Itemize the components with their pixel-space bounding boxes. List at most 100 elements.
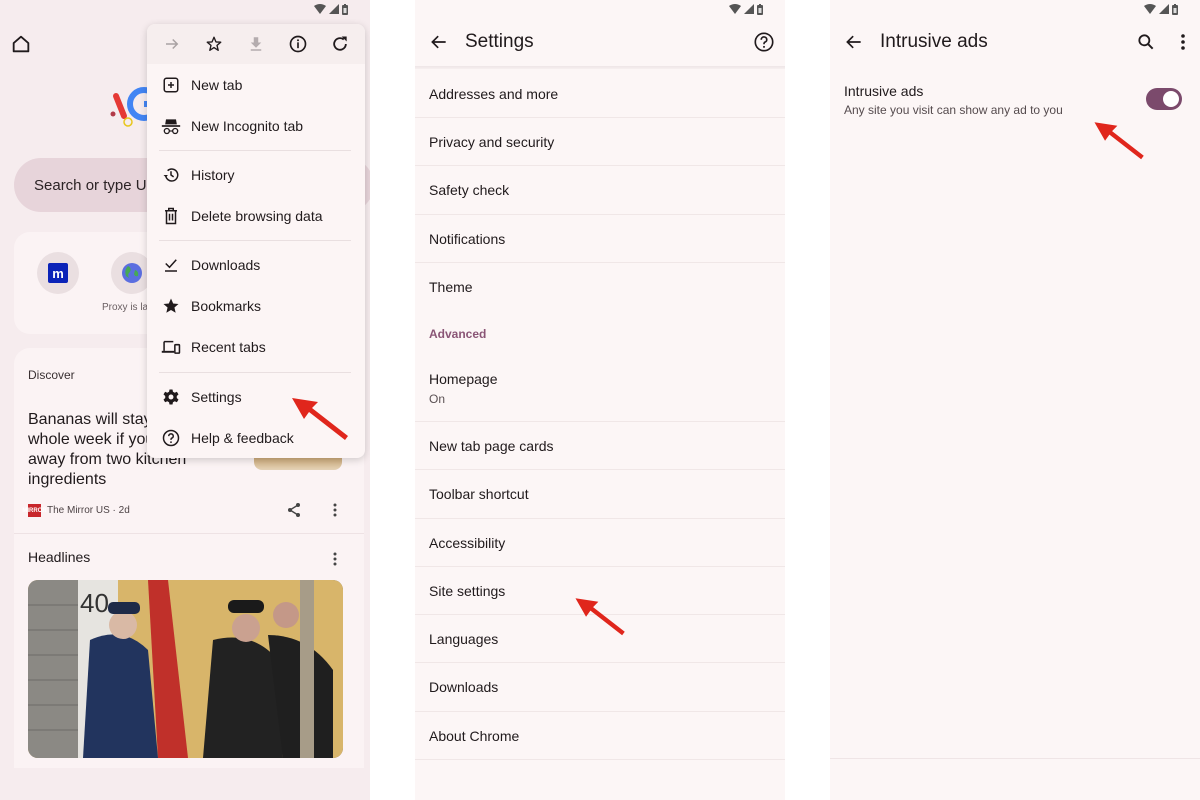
settings-item-accessibility[interactable]: Accessibility <box>415 519 785 567</box>
more-vert-icon <box>333 552 337 566</box>
menu-item-label: History <box>191 167 235 183</box>
settings-item-theme[interactable]: Theme <box>415 263 785 311</box>
settings-item-label: Site settings <box>429 582 506 599</box>
svg-text:40: 40 <box>80 588 109 618</box>
share-icon <box>288 503 300 517</box>
reload-button[interactable] <box>329 33 351 55</box>
settings-item-new-tab-page-cards[interactable]: New tab page cards <box>415 422 785 470</box>
wifi-icon <box>1144 4 1156 14</box>
toggle-knob <box>1163 91 1179 107</box>
menu-divider <box>159 372 351 373</box>
menu-item-history[interactable]: History <box>147 155 365 195</box>
page-title: Settings <box>465 31 534 52</box>
status-bar <box>314 2 348 16</box>
app-menu: New tab New Incognito tab History Delete… <box>147 24 365 458</box>
intrusive-ads-panel: Intrusive ads Intrusive ads Any site you… <box>830 0 1200 800</box>
settings-item-label: Privacy and security <box>429 133 555 150</box>
incognito-icon <box>161 119 181 135</box>
settings-item-about-chrome[interactable]: About Chrome <box>415 712 785 760</box>
settings-item-label: Theme <box>429 279 473 295</box>
page-info-button[interactable] <box>287 33 309 55</box>
globe-icon <box>122 263 142 283</box>
back-button[interactable] <box>844 32 864 52</box>
wifi-icon <box>729 4 741 14</box>
share-button[interactable] <box>286 502 302 518</box>
menu-item-label: Help & feedback <box>191 430 294 446</box>
trash-icon <box>165 207 177 225</box>
arrow-back-icon <box>846 35 861 49</box>
page-title: Intrusive ads <box>880 31 988 52</box>
top-bar-divider <box>415 66 785 69</box>
settings-item-addresses[interactable]: Addresses and more <box>415 70 785 118</box>
downloads-icon <box>165 259 177 272</box>
feed-title: Discover <box>28 368 75 382</box>
menu-item-delete-browsing-data[interactable]: Delete browsing data <box>147 196 365 236</box>
feed-divider <box>14 533 364 534</box>
bookmark-button[interactable] <box>203 33 225 55</box>
bottom-divider <box>830 758 1200 759</box>
back-button[interactable] <box>429 32 449 52</box>
headline-news-image[interactable]: 40 <box>28 580 343 758</box>
menu-item-new-tab[interactable]: New tab <box>147 65 365 105</box>
menu-item-help-feedback[interactable]: Help & feedback <box>147 418 365 458</box>
settings-item-label: Languages <box>429 630 499 647</box>
menu-item-downloads[interactable]: Downloads <box>147 245 365 285</box>
menu-item-label: Downloads <box>191 257 261 273</box>
settings-item-safety-check[interactable]: Safety check <box>415 166 785 215</box>
settings-item-site-settings[interactable]: Site settings <box>415 567 785 615</box>
headlines-more-button[interactable] <box>330 551 340 567</box>
search-icon <box>1138 34 1154 50</box>
settings-item-label: Toolbar shortcut <box>429 486 529 502</box>
setting-label: Intrusive ads <box>844 83 924 99</box>
signal-icon <box>1159 4 1169 14</box>
menu-item-bookmarks[interactable]: Bookmarks <box>147 286 365 326</box>
settings-item-label: About Chrome <box>429 727 520 744</box>
settings-top-bar: Settings <box>415 18 785 66</box>
article-more-button[interactable] <box>330 502 340 518</box>
settings-item-languages[interactable]: Languages <box>415 615 785 663</box>
battery-icon <box>1172 3 1178 15</box>
settings-panel: Settings Addresses and more Privacy and … <box>415 0 785 800</box>
more-options-button[interactable] <box>1178 32 1188 52</box>
shortcut-label: Proxy is la <box>102 302 149 313</box>
intrusive-ads-setting-row[interactable]: Intrusive ads Any site you visit can sho… <box>830 80 1200 124</box>
menu-item-recent-tabs[interactable]: Recent tabs <box>147 327 365 367</box>
intrusive-ads-toggle[interactable] <box>1146 88 1182 110</box>
forward-icon <box>166 38 179 50</box>
settings-item-privacy[interactable]: Privacy and security <box>415 118 785 166</box>
more-vert-icon <box>1181 34 1185 50</box>
menu-item-settings[interactable]: Settings <box>147 377 365 417</box>
shortcut-tile-m[interactable]: m <box>37 252 79 294</box>
forward-button[interactable] <box>161 33 183 55</box>
home-button[interactable] <box>10 33 32 55</box>
settings-item-value: On <box>429 391 446 406</box>
menu-item-label: New Incognito tab <box>191 118 304 134</box>
settings-item-toolbar-shortcut[interactable]: Toolbar shortcut <box>415 470 785 519</box>
info-icon <box>289 35 307 53</box>
settings-item-label: Notifications <box>429 230 506 247</box>
menu-item-label: Bookmarks <box>191 298 262 314</box>
setting-description: Any site you visit can show any ad to yo… <box>844 103 1063 117</box>
arrow-back-icon <box>431 35 446 49</box>
settings-item-label: New tab page cards <box>429 437 554 454</box>
more-vert-icon <box>333 503 337 517</box>
mirror-logo-icon: MIRROR <box>22 504 47 517</box>
download-page-button[interactable] <box>245 33 267 55</box>
settings-item-downloads[interactable]: Downloads <box>415 663 785 712</box>
svg-text:m: m <box>52 266 64 281</box>
intrusive-ads-top-bar: Intrusive ads <box>830 18 1200 66</box>
settings-item-notifications[interactable]: Notifications <box>415 215 785 263</box>
settings-item-label: Safety check <box>429 182 510 198</box>
settings-item-label: Downloads <box>429 679 499 695</box>
battery-icon <box>757 3 763 15</box>
star-icon <box>163 298 179 313</box>
help-button[interactable] <box>753 31 775 53</box>
home-icon <box>12 35 30 53</box>
status-bar <box>1144 2 1178 16</box>
settings-item-label: Accessibility <box>429 534 506 551</box>
battery-icon <box>342 3 348 15</box>
settings-item-homepage[interactable]: Homepage On <box>415 355 785 422</box>
help-icon <box>754 32 774 52</box>
search-button[interactable] <box>1136 32 1156 52</box>
menu-item-new-incognito-tab[interactable]: New Incognito tab <box>147 106 365 146</box>
